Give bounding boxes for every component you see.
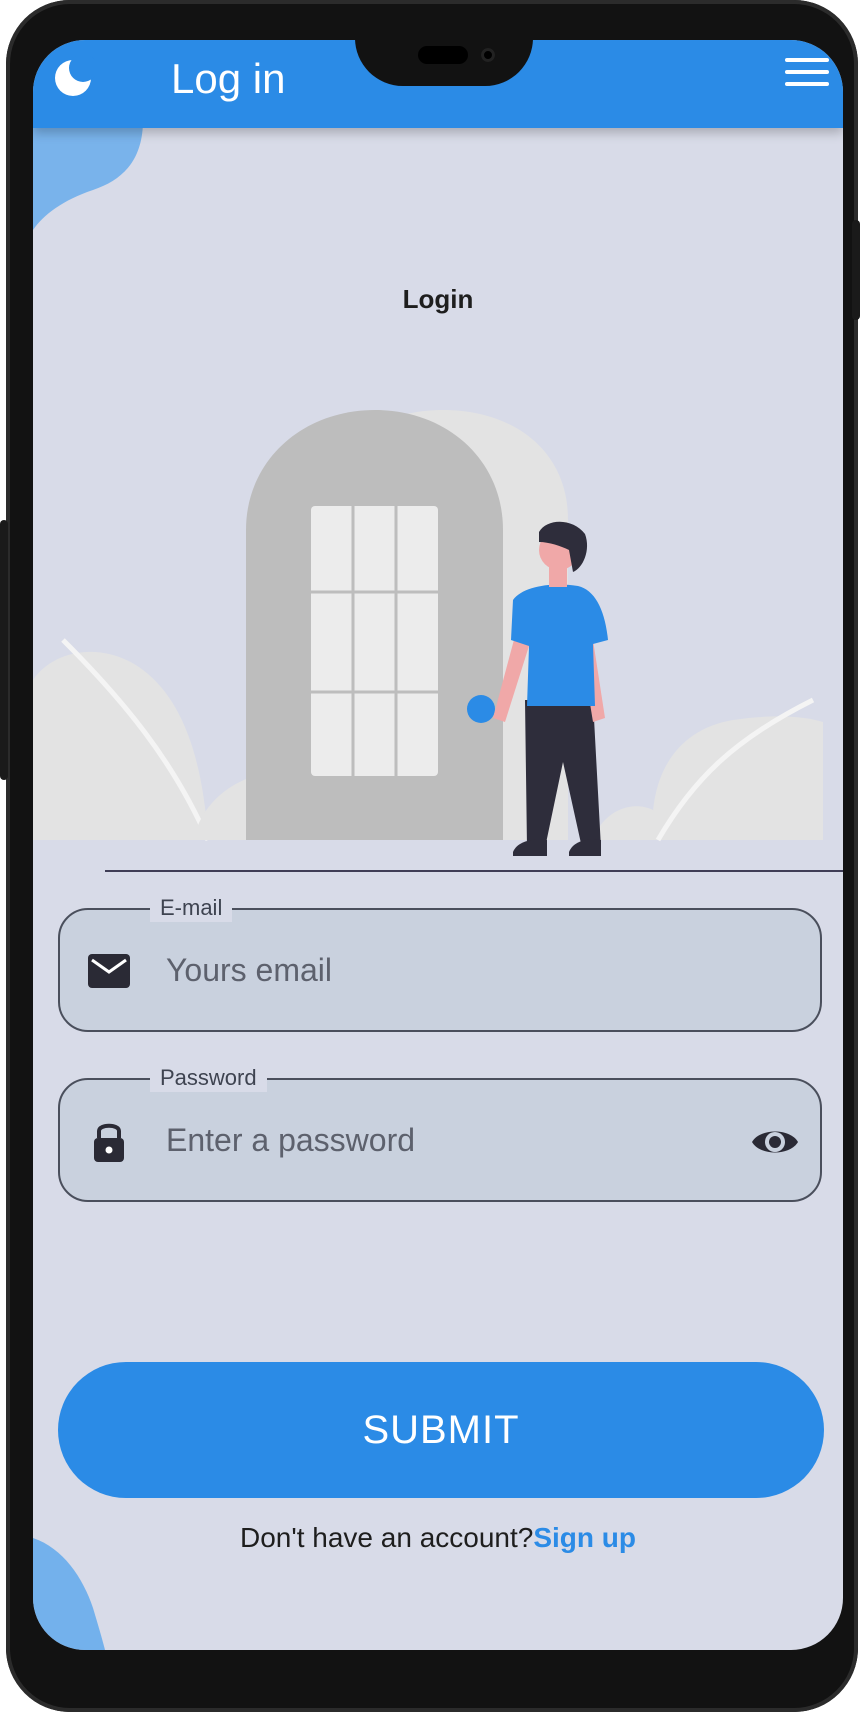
email-field-label: E-mail — [150, 894, 233, 922]
decorative-blob-top — [33, 120, 143, 230]
envelope-icon — [88, 954, 130, 988]
email-field: E-mail — [58, 894, 822, 1032]
hamburger-menu-icon[interactable] — [785, 58, 829, 98]
eye-icon[interactable] — [750, 1122, 800, 1162]
email-input[interactable] — [164, 944, 728, 996]
signup-prompt-row: Don't have an account?Sign up — [33, 1522, 843, 1554]
app-screen: Log in Login E-mail Yours email Password… — [33, 40, 843, 1650]
page-title: Login — [402, 284, 474, 314]
submit-button[interactable]: SUBMIT — [58, 1362, 824, 1498]
password-field-label: Password — [150, 1064, 267, 1092]
moon-icon[interactable] — [53, 56, 95, 98]
side-button — [0, 520, 8, 780]
sign-up-link[interactable]: Sign up — [533, 1522, 636, 1553]
lock-icon — [94, 1123, 124, 1162]
camera-notch — [355, 40, 533, 86]
signup-prompt-text: Don't have an account? — [240, 1522, 534, 1553]
password-field: Password — [58, 1064, 822, 1202]
phone-frame: Log in Login E-mail Yours email Password… — [0, 0, 860, 1712]
volume-button — [852, 220, 860, 320]
password-input[interactable] — [164, 1114, 728, 1166]
person-at-door-illustration — [33, 410, 843, 872]
app-bar-title: Log in — [171, 55, 286, 102]
decorative-blob-bottom — [33, 1538, 105, 1650]
